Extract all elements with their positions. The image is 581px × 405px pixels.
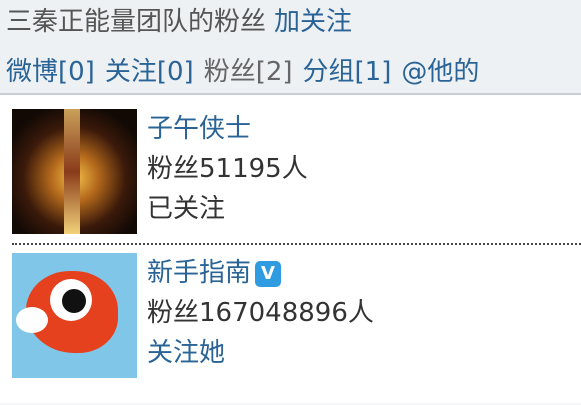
- verified-icon: V: [255, 261, 282, 287]
- fans-count: 粉丝51195人: [147, 154, 308, 184]
- user-info: 子午侠士 粉丝51195人 已关注: [147, 109, 308, 235]
- user-info: 新手指南 V 粉丝167048896人 关注她: [147, 253, 374, 385]
- list-item: 新手指南 V 粉丝167048896人 关注她: [0, 245, 581, 385]
- follow-status: 已关注: [147, 194, 226, 224]
- profile-name: 三秦正能量团队的粉丝: [6, 7, 267, 37]
- nav-mentions[interactable]: @他的: [401, 57, 479, 87]
- nav-following[interactable]: 关注[0]: [105, 57, 194, 87]
- follow-button[interactable]: 加关注: [274, 7, 352, 37]
- bird-beak: [16, 307, 48, 333]
- profile-header: 三秦正能量团队的粉丝 加关注 微博[0] 关注[0] 粉丝[2] 分组[1] @他的: [0, 0, 581, 95]
- follow-her-button[interactable]: 关注她: [147, 333, 374, 373]
- nav-weibo[interactable]: 微博[0]: [6, 57, 95, 87]
- fans-list: 子午侠士 粉丝51195人 已关注 新手指南 V 粉丝167048896人 关注她: [0, 95, 581, 403]
- warrior-avatar-image: [64, 109, 80, 234]
- fans-count: 粉丝167048896人: [147, 298, 374, 328]
- avatar[interactable]: [12, 253, 137, 378]
- bird-pupil: [62, 289, 86, 313]
- avatar[interactable]: [12, 109, 137, 234]
- user-name-link[interactable]: 子午侠士: [147, 109, 308, 149]
- user-name-link[interactable]: 新手指南: [147, 258, 251, 288]
- nav-fans: 粉丝[2]: [203, 57, 293, 87]
- nav-groups[interactable]: 分组[1]: [303, 57, 392, 87]
- title-row: 三秦正能量团队的粉丝 加关注: [6, 4, 575, 40]
- user-name-row: 新手指南 V: [147, 253, 374, 293]
- profile-nav: 微博[0] 关注[0] 粉丝[2] 分组[1] @他的: [6, 54, 575, 90]
- list-item: 子午侠士 粉丝51195人 已关注: [0, 95, 581, 235]
